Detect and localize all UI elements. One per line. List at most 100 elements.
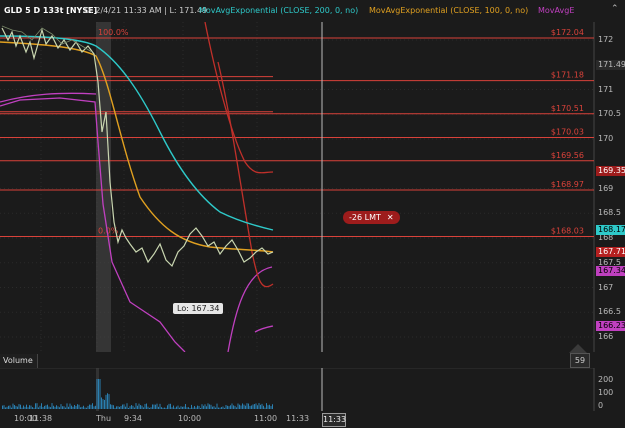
volume-bar <box>158 406 159 409</box>
time-axis-label: Thu <box>96 414 112 423</box>
volume-bar <box>233 405 234 409</box>
volume-bar <box>165 407 167 409</box>
volume-bar <box>201 404 203 409</box>
fib-price-label: $168.03 <box>551 227 584 236</box>
volume-bar <box>257 405 258 409</box>
volume-bar <box>131 405 132 409</box>
volume-bar <box>129 406 131 409</box>
band-lower-line <box>217 61 274 288</box>
price-chart: $172.04 100.0% $171.18 $170.51 $170.03 $169.5… <box>0 22 595 352</box>
cursor-time: 11:33 <box>322 413 346 427</box>
volume-bar <box>107 393 108 409</box>
volume-bar <box>72 406 74 409</box>
volume-bar <box>153 404 155 409</box>
volume-bar <box>155 404 156 409</box>
volume-bar <box>156 403 158 409</box>
volume-bar <box>128 407 129 409</box>
bars-badge[interactable]: 59 <box>570 353 590 368</box>
volume-bar <box>54 406 56 409</box>
volume-bar <box>39 405 41 409</box>
fib-price-label: $168.97 <box>551 180 584 189</box>
volume-bar <box>186 407 188 409</box>
fib-price-label: $170.03 <box>551 128 584 137</box>
volume-bar <box>231 403 233 409</box>
volume-bar <box>66 403 68 409</box>
volume-bar <box>216 403 218 409</box>
volume-bar <box>59 407 60 409</box>
volume-bar <box>126 403 128 409</box>
volume-bar <box>83 405 84 409</box>
volume-bar <box>195 407 197 409</box>
order-lmt-chip[interactable]: -26 LMT ✕ <box>343 211 400 224</box>
volume-bar <box>27 407 29 409</box>
volume-bar <box>95 405 96 409</box>
volume-bar <box>12 403 14 409</box>
pyramid-icon <box>569 344 587 353</box>
volume-bar <box>134 407 135 409</box>
volume-bar <box>11 407 12 409</box>
study-more[interactable]: MovAvgE <box>538 0 574 22</box>
close-icon[interactable]: ✕ <box>387 213 394 222</box>
volume-bar <box>111 404 113 409</box>
chevron-up-icon[interactable]: ⌃ <box>611 4 621 14</box>
volume-bar <box>219 407 221 409</box>
volume-bar <box>6 406 8 409</box>
price-tag-level-e: 166.23 <box>596 320 625 331</box>
volume-bar <box>92 403 93 409</box>
volume-bar <box>29 405 30 409</box>
volume-bar <box>98 379 99 409</box>
volume-bar <box>117 406 119 409</box>
volume-bar <box>96 379 98 409</box>
price-axis-label: 168.5 <box>598 208 621 218</box>
volume-bar <box>60 404 62 409</box>
chart-window: GLD 5 D 133t [NYSE] D: 2/4/21 11:33 AM |… <box>0 0 625 428</box>
volume-bar <box>170 403 171 409</box>
study-ema100[interactable]: MovAvgExponential (CLOSE, 100, 0, no) <box>369 0 528 22</box>
volume-bar <box>215 407 216 409</box>
volume-bar <box>191 404 192 409</box>
volume-bar <box>206 406 207 409</box>
volume-bar <box>140 405 141 409</box>
volume-bar <box>65 407 66 409</box>
fib-price-label: $171.18 <box>551 71 584 80</box>
volume-bar <box>90 404 92 409</box>
price-line <box>1 27 274 268</box>
volume-bar <box>116 406 117 409</box>
volume-bar <box>104 399 105 409</box>
volume-bar <box>132 405 134 409</box>
time-axis[interactable]: 10:00 11:38 Thu 9:34 10:00 11:00 11:33 <box>0 411 594 428</box>
volume-bar <box>45 405 47 409</box>
bar-info: D: 2/4/21 11:33 AM | L: 171.49 <box>84 6 208 15</box>
volume-bar <box>62 406 63 409</box>
time-axis-label: 11:00 <box>254 414 278 423</box>
volume-bar <box>108 394 110 409</box>
session-highlight <box>96 22 111 352</box>
volume-bar <box>260 404 261 409</box>
price-axis-label: 166 <box>598 332 614 341</box>
volume-bar <box>93 406 95 409</box>
volume-bar <box>269 404 270 409</box>
volume-bar <box>270 406 272 409</box>
volume-bar <box>146 403 147 409</box>
volume-bar <box>75 405 77 409</box>
volume-bar <box>8 405 9 409</box>
volume-bar <box>80 407 81 409</box>
volume-bar <box>138 403 140 409</box>
volume-bar <box>242 403 243 409</box>
price-axis-label: 167 <box>598 282 614 292</box>
volume-bar <box>38 407 39 409</box>
price-axis-label: 166.5 <box>598 307 621 317</box>
study-ema200[interactable]: MovAvgExponential (CLOSE, 200, 0, no) <box>199 0 358 22</box>
volume-bar <box>23 405 24 409</box>
price-axis-label: 170 <box>598 134 614 143</box>
price-pane[interactable]: $172.04 100.0% $171.18 $170.51 $170.03 $169.5… <box>0 22 625 368</box>
volume-bar <box>152 404 153 409</box>
volume-bar <box>200 407 201 409</box>
volume-bar <box>63 406 65 409</box>
volume-bar <box>84 407 86 409</box>
volume-bar <box>179 407 180 409</box>
volume-bar <box>137 405 138 409</box>
volume-bar <box>254 404 255 409</box>
price-tag-level-b: 168.17 <box>596 224 625 235</box>
volume-bar <box>173 405 174 409</box>
